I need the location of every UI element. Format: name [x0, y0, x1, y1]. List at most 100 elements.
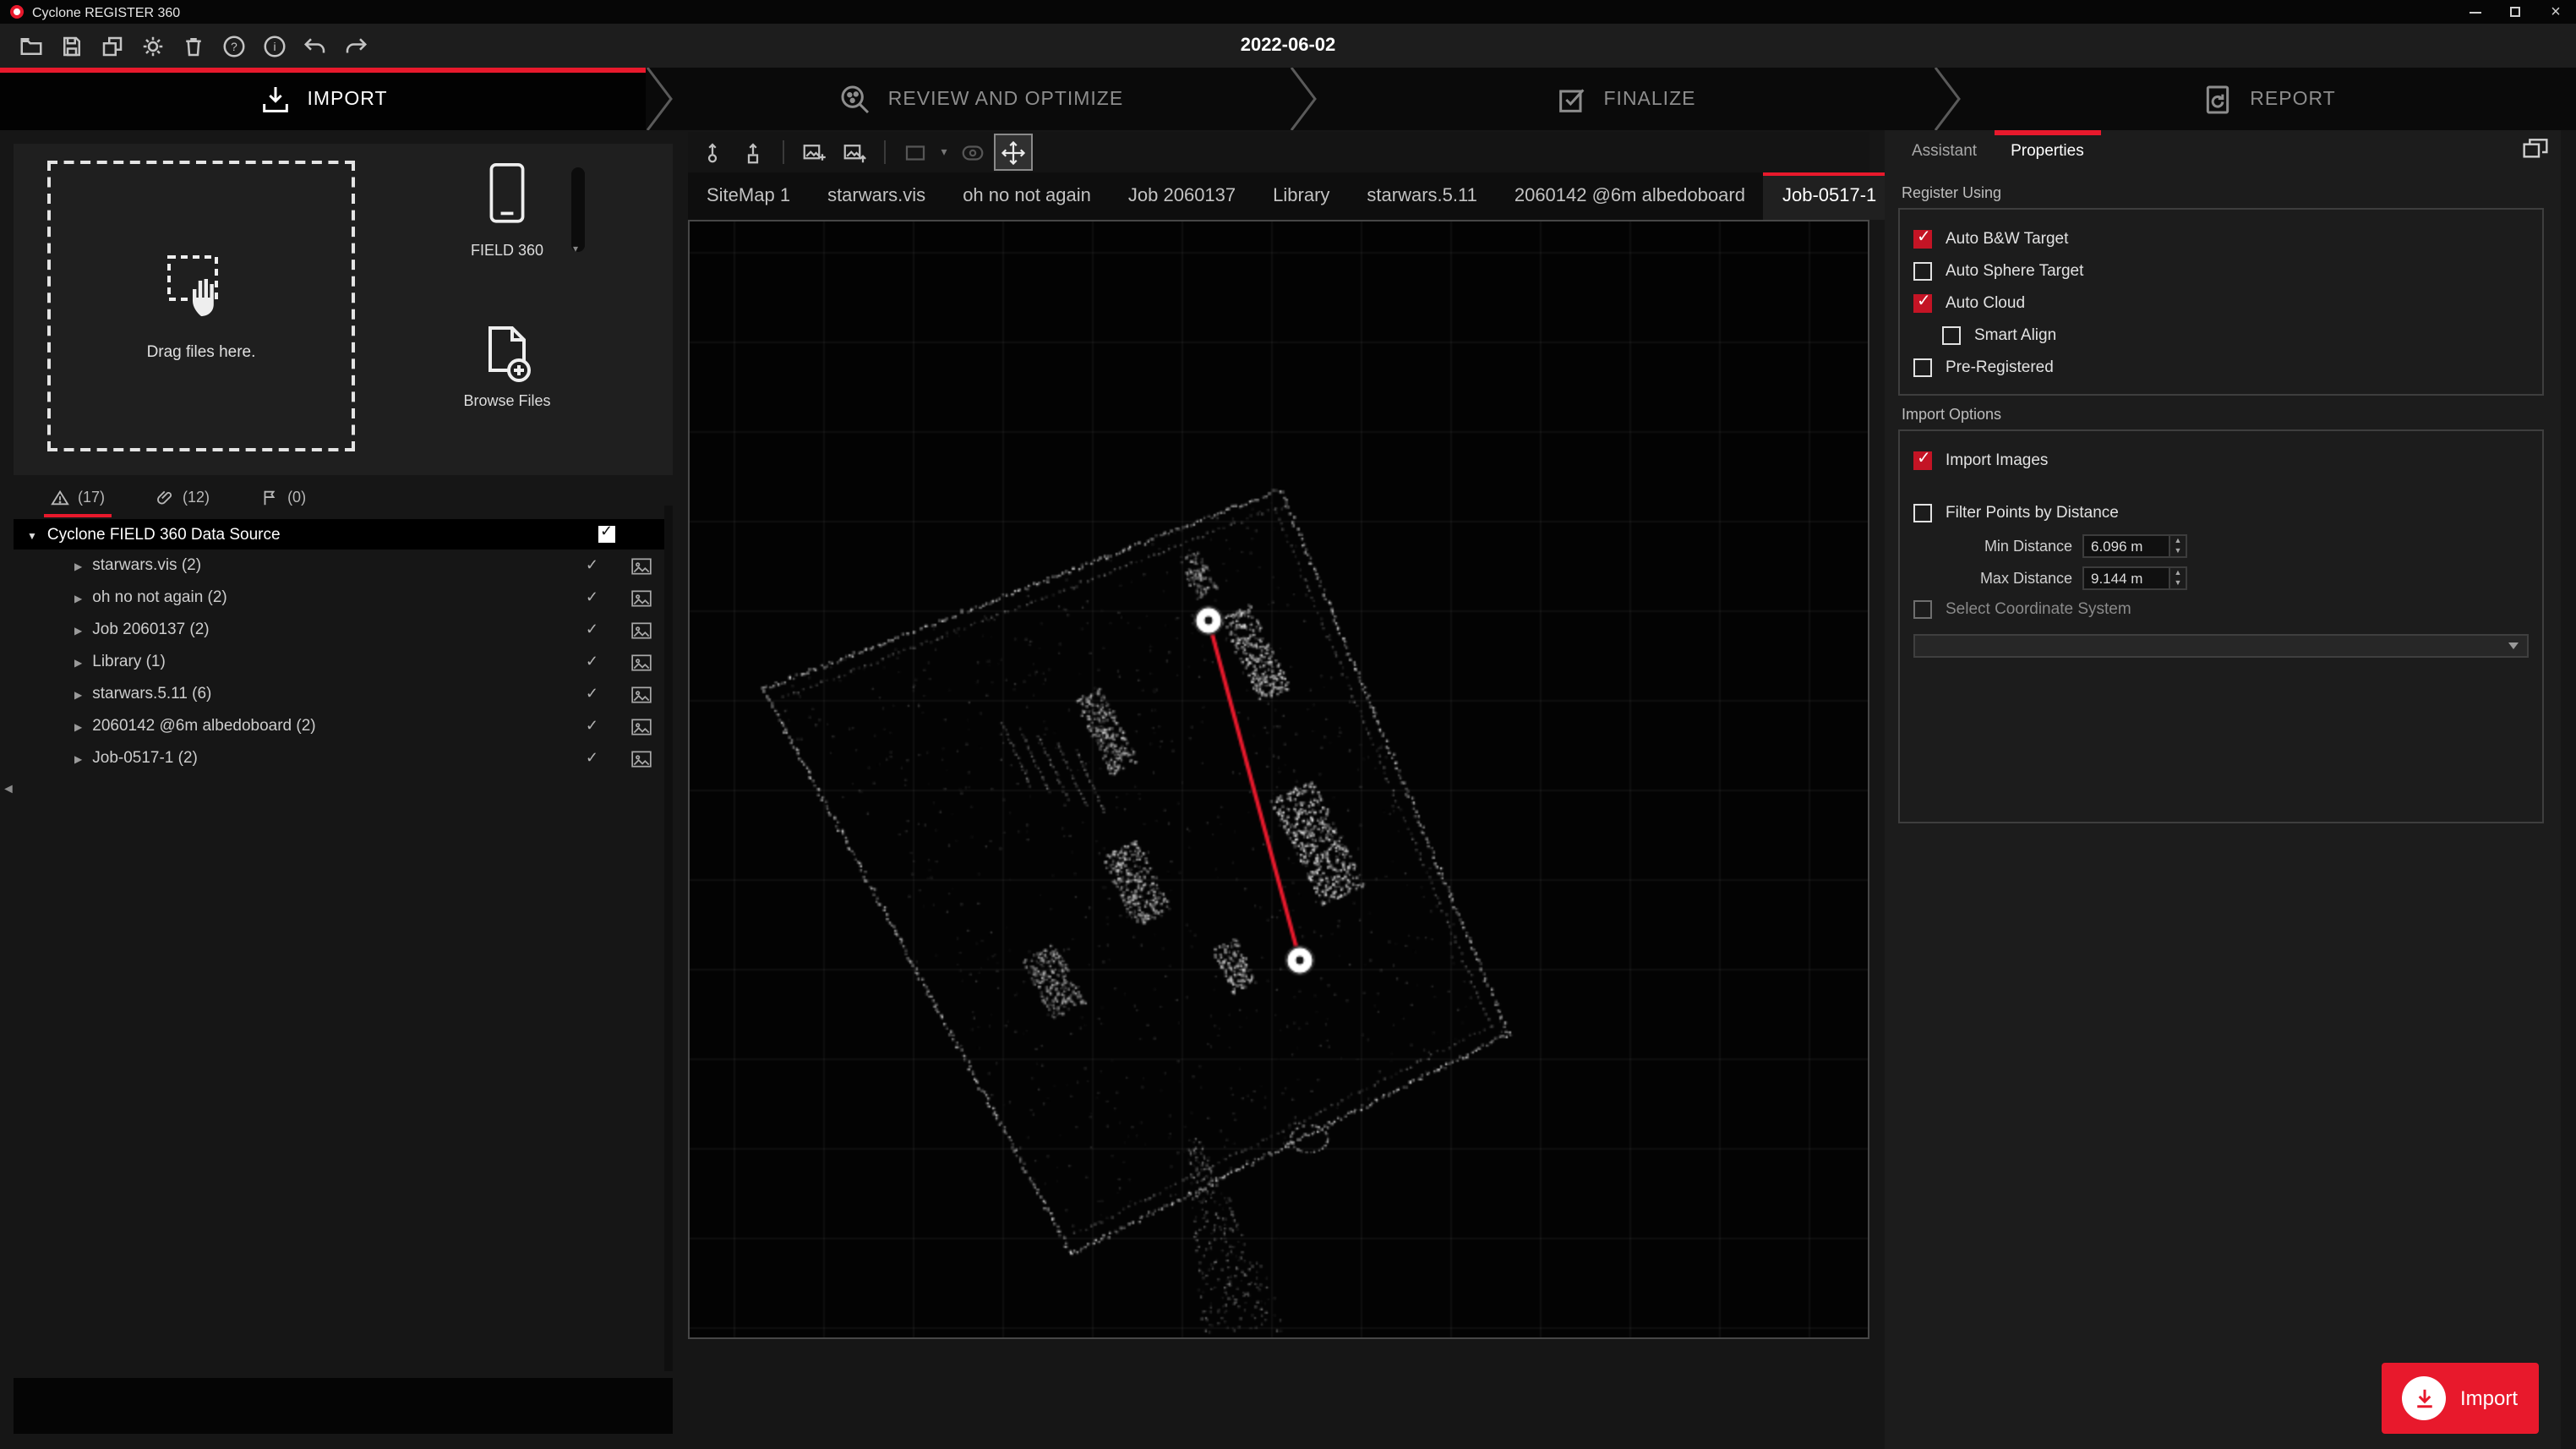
tree-item-label: oh no not again (2) — [92, 588, 227, 607]
open-project-button[interactable] — [10, 27, 51, 64]
field360-source[interactable]: FIELD 360 — [453, 161, 561, 259]
coordinate-system-dropdown[interactable] — [1913, 634, 2529, 658]
viewer-tab[interactable]: Library — [1254, 172, 1348, 220]
tab-assistant[interactable]: Assistant — [1895, 130, 1994, 171]
caret-right-icon[interactable] — [74, 749, 82, 768]
workflow-step-finalize[interactable]: FINALIZE — [1317, 68, 1934, 130]
redo-button[interactable] — [335, 27, 375, 64]
manage-projects-button[interactable] — [91, 27, 132, 64]
tree-item[interactable]: 2060142 @6m albedoboard (2) — [14, 710, 673, 742]
detach-panel-button[interactable] — [2522, 137, 2549, 161]
workflow-step-review[interactable]: REVIEW AND OPTIMIZE — [673, 68, 1290, 130]
option-smart-align[interactable]: Smart Align — [1942, 320, 2529, 352]
window-title: Cyclone REGISTER 360 — [32, 4, 180, 19]
viewer-bottom-area — [688, 1339, 1869, 1449]
tab-count: (17) — [78, 489, 105, 506]
tab-properties[interactable]: Properties — [1994, 130, 2101, 171]
drag-drop-area[interactable]: Drag files here. — [47, 161, 355, 451]
workflow-step-import[interactable]: IMPORT — [0, 68, 646, 130]
checkbox[interactable] — [1913, 504, 1932, 522]
sitemap-viewport[interactable] — [688, 220, 1869, 1339]
option-import-images[interactable]: Import Images — [1913, 445, 2529, 477]
add-image-button[interactable] — [796, 135, 832, 169]
checkbox[interactable] — [1913, 262, 1932, 281]
caret-down-icon[interactable] — [27, 525, 37, 544]
viewer-tab-active[interactable]: Job-0517-1 — [1764, 172, 1895, 220]
caret-right-icon[interactable] — [74, 717, 82, 735]
tree-item[interactable]: Job-0517-1 (2) — [14, 742, 673, 774]
collapse-panel-arrow[interactable] — [2, 781, 15, 796]
tree-scrollbar[interactable] — [664, 506, 673, 1371]
option-auto-bw-target[interactable]: Auto B&W Target — [1913, 223, 2529, 255]
option-auto-cloud[interactable]: Auto Cloud — [1913, 287, 2529, 320]
min-distance-input[interactable]: 6.096 m — [2082, 533, 2170, 557]
viewer-tab[interactable]: starwars.vis — [809, 172, 944, 220]
option-filter-points[interactable]: Filter Points by Distance — [1913, 497, 2529, 529]
import-setups-alt-button[interactable] — [735, 135, 771, 169]
max-distance-input[interactable]: 9.144 m — [2082, 566, 2170, 589]
checkbox[interactable] — [1913, 294, 1932, 313]
main-content: Drag files here. FIELD 360 Browse Files … — [0, 130, 2576, 1449]
settings-button[interactable] — [132, 27, 172, 64]
about-button[interactable]: i — [254, 27, 294, 64]
viewer-tab[interactable]: Job 2060137 — [1110, 172, 1254, 220]
tree-item[interactable]: Job 2060137 (2) — [14, 614, 673, 646]
save-project-button[interactable] — [51, 27, 91, 64]
option-label: Auto Sphere Target — [1946, 262, 2083, 281]
help-button[interactable]: ? — [213, 27, 254, 64]
checkbox[interactable] — [1913, 230, 1932, 249]
point-cloud-canvas[interactable] — [690, 221, 1868, 1337]
thumbnail-view-button[interactable] — [898, 135, 933, 169]
tree-root-checkbox[interactable] — [598, 526, 615, 543]
field360-scrollbar[interactable] — [571, 167, 585, 252]
viewer-tab[interactable]: starwars.5.11 — [1348, 172, 1495, 220]
stepper-down-icon[interactable] — [2170, 545, 2186, 555]
save-icon — [58, 33, 84, 58]
import-button[interactable]: Import — [2382, 1363, 2539, 1434]
max-distance-row: Max Distance 9.144 m — [1913, 561, 2529, 593]
tree-item[interactable]: oh no not again (2) — [14, 582, 673, 614]
option-label: Auto B&W Target — [1946, 230, 2068, 249]
viewer-tab-sitemap[interactable]: SiteMap 1 — [688, 172, 809, 220]
max-distance-stepper[interactable] — [2170, 566, 2187, 589]
caret-right-icon[interactable] — [74, 653, 82, 671]
pano-view-button[interactable] — [955, 135, 991, 169]
link-image-button[interactable] — [837, 135, 872, 169]
checkbox[interactable] — [1913, 358, 1932, 377]
import-setups-button[interactable] — [695, 135, 730, 169]
undo-button[interactable] — [294, 27, 335, 64]
visual-alignment-tool-button[interactable] — [996, 135, 1031, 169]
checkbox[interactable] — [1913, 600, 1932, 619]
delete-button[interactable] — [172, 27, 213, 64]
caret-right-icon[interactable] — [74, 685, 82, 703]
tree-root-row[interactable]: Cyclone FIELD 360 Data Source — [14, 519, 673, 550]
tab-attachments[interactable]: (12) — [149, 475, 216, 519]
stepper-down-icon[interactable] — [2170, 577, 2186, 588]
option-pre-registered[interactable]: Pre-Registered — [1913, 352, 2529, 384]
stepper-up-icon[interactable] — [2170, 535, 2186, 545]
viewer-tab[interactable]: 2060142 @6m albedoboard — [1496, 172, 1764, 220]
checkbox[interactable] — [1913, 451, 1932, 470]
minimize-button[interactable] — [2454, 0, 2495, 24]
workflow-step-report[interactable]: REPORT — [1961, 68, 2576, 130]
caret-right-icon[interactable] — [74, 621, 82, 639]
tab-issues[interactable]: (17) — [44, 475, 112, 519]
maximize-button[interactable] — [2495, 0, 2535, 24]
checkbox[interactable] — [1942, 326, 1961, 345]
tree-item[interactable]: starwars.5.11 (6) — [14, 678, 673, 710]
viewer-tab[interactable]: oh no not again — [944, 172, 1110, 220]
browse-files-button[interactable]: Browse Files — [453, 323, 561, 409]
option-auto-sphere-target[interactable]: Auto Sphere Target — [1913, 255, 2529, 287]
min-distance-stepper[interactable] — [2170, 533, 2187, 557]
tab-flags[interactable]: (0) — [254, 475, 313, 519]
stepper-up-icon[interactable] — [2170, 567, 2186, 577]
tree-item[interactable]: Library (1) — [14, 646, 673, 678]
tree-item[interactable]: starwars.vis (2) — [14, 550, 673, 582]
dropdown-caret-icon — [2508, 642, 2519, 649]
check-icon — [586, 556, 598, 575]
dropdown-caret-icon[interactable] — [938, 145, 950, 159]
close-button[interactable] — [2535, 0, 2576, 24]
caret-right-icon[interactable] — [74, 556, 82, 575]
option-coordinate-system[interactable]: Select Coordinate System — [1913, 593, 2529, 626]
caret-right-icon[interactable] — [74, 588, 82, 607]
